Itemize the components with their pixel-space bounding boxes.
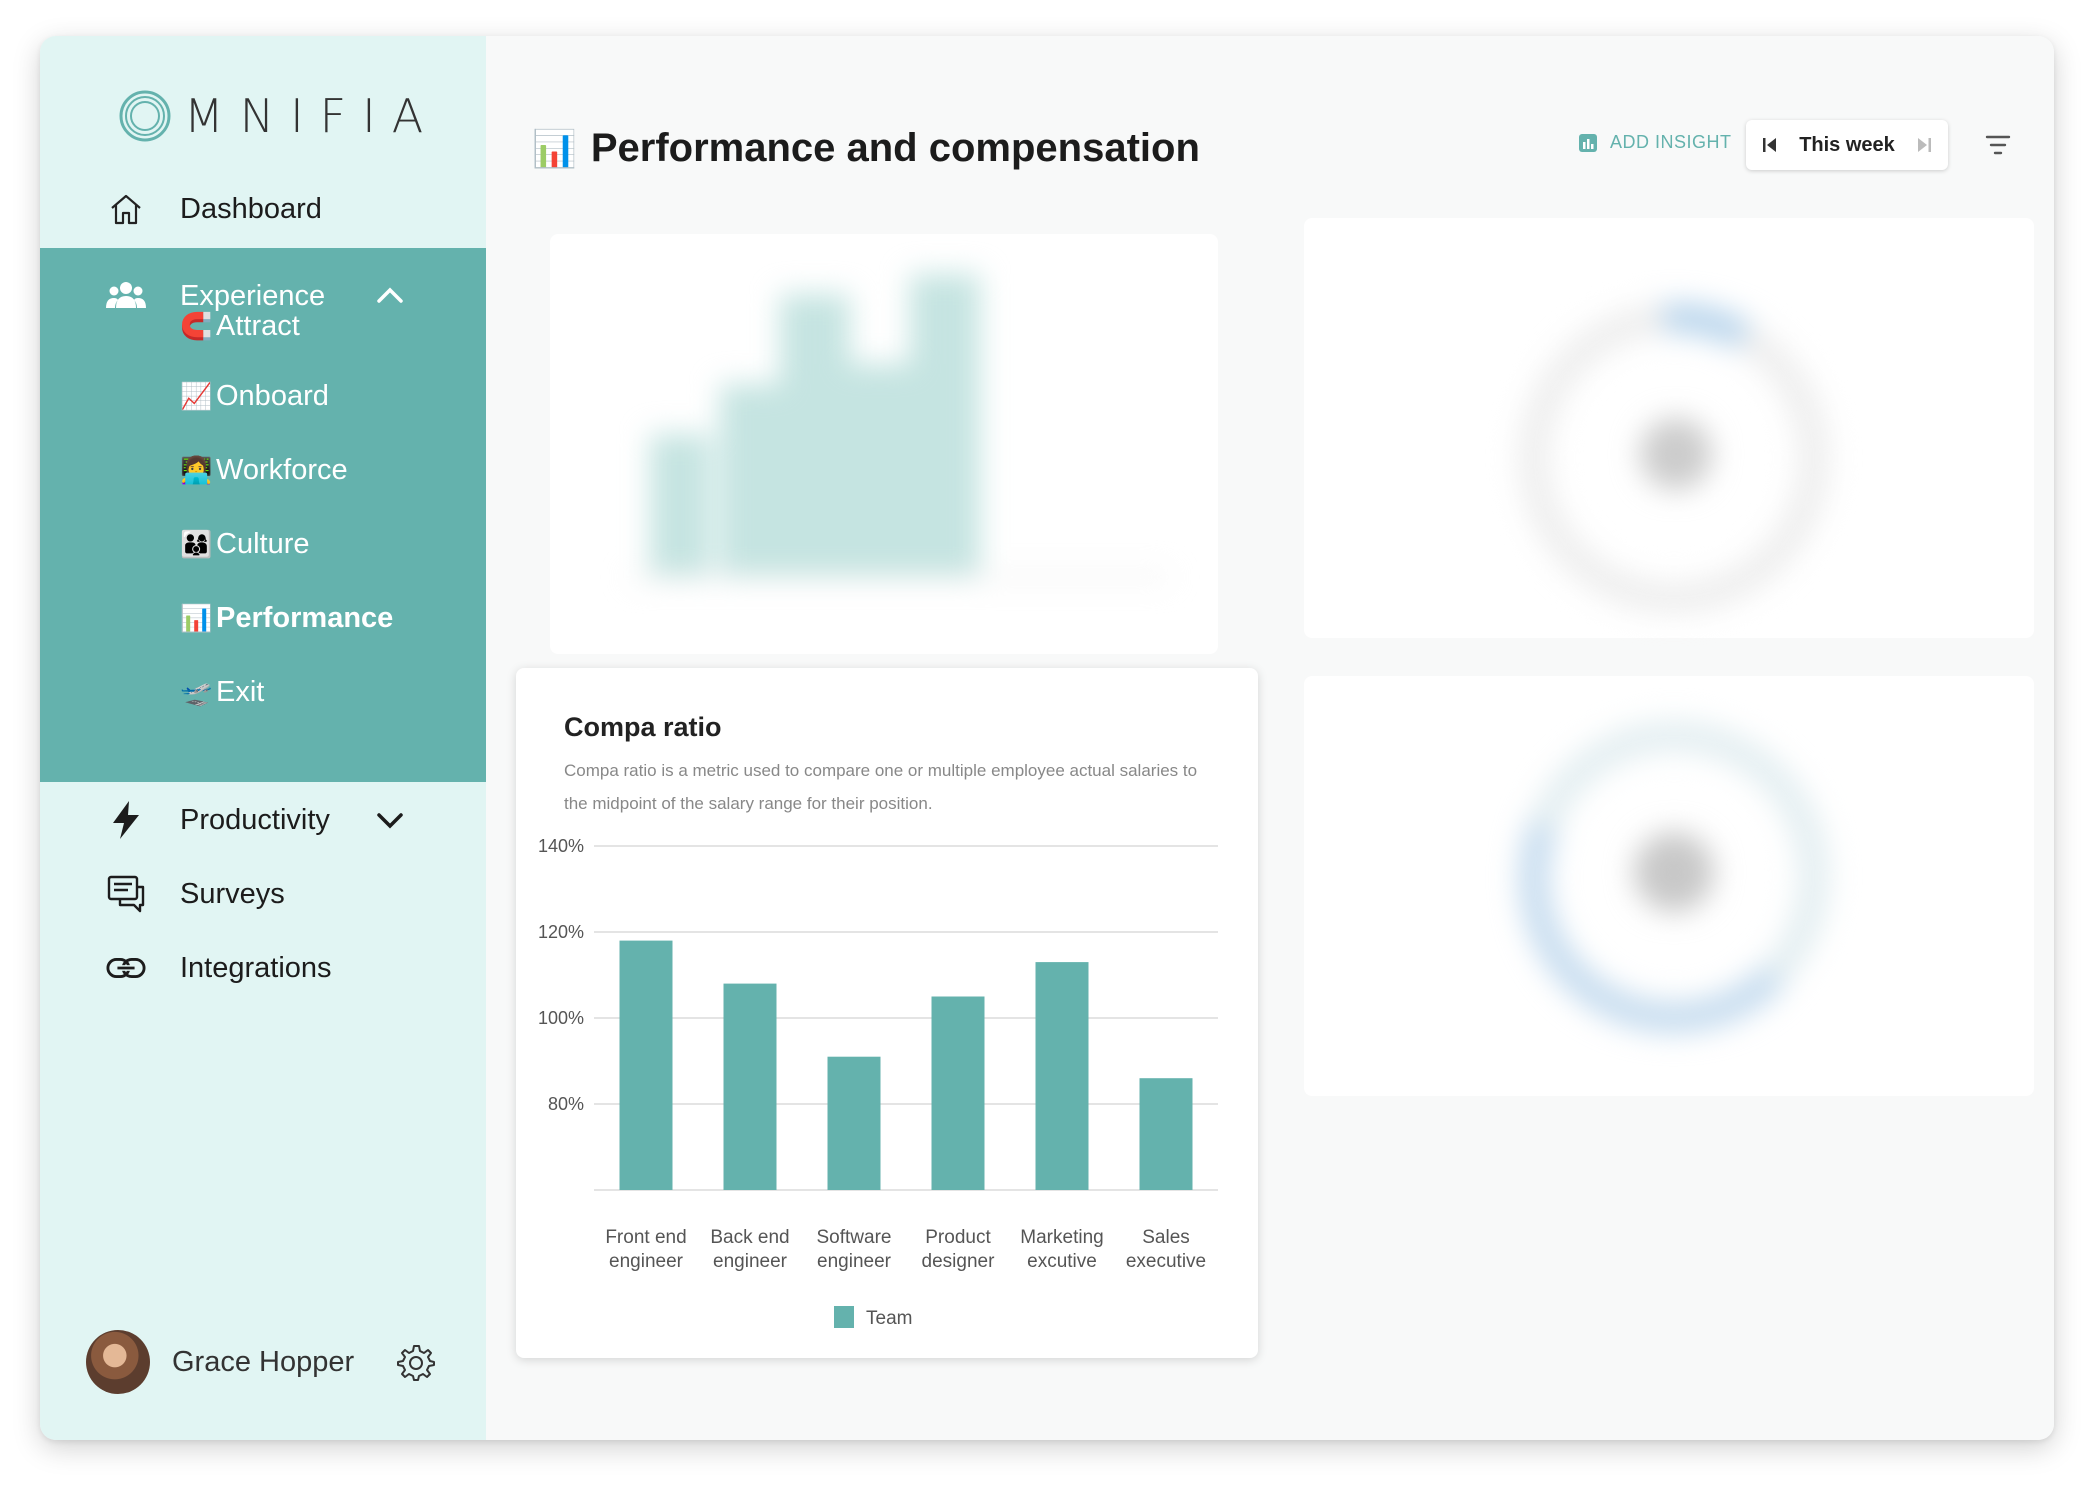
bar-chart-icon: 📊	[180, 603, 213, 633]
bar-chart-icon: 📊	[532, 127, 577, 169]
sidebar-item-performance[interactable]: 📊 Performance	[180, 602, 393, 635]
bar	[827, 1056, 881, 1190]
sidebar-item-dashboard[interactable]: Dashboard	[40, 179, 486, 239]
x-tick-label: Back end	[710, 1227, 789, 1248]
compa-ratio-chart: 140% 120% 100% 80% Front end engineer Back end…	[538, 836, 1218, 1329]
people-icon	[106, 276, 146, 316]
x-tick-label: engineer	[713, 1251, 788, 1272]
logo-text: MNIFIA	[184, 89, 440, 143]
y-tick-label: 80%	[548, 1094, 584, 1114]
chart-up-icon: 📈	[180, 381, 213, 411]
user-profile[interactable]: Grace Hopper	[86, 1330, 354, 1394]
x-tick-label: Software	[817, 1227, 892, 1248]
user-name: Grace Hopper	[172, 1345, 355, 1378]
lightning-icon	[106, 800, 146, 840]
blurred-donut-chart	[1519, 721, 1829, 1034]
gear-icon[interactable]	[396, 1342, 436, 1382]
sidebar-item-label: Culture	[216, 528, 310, 560]
logo[interactable]: MNIFIA	[118, 89, 439, 143]
sidebar-item-onboard[interactable]: 📈 Onboard	[180, 380, 329, 413]
chevron-down-icon[interactable]	[374, 804, 406, 836]
y-tick-label: 120%	[538, 922, 584, 942]
x-tick-label: designer	[922, 1251, 996, 1272]
compa-ratio-card: Compa ratio Compa ratio is a metric used…	[516, 668, 1258, 1358]
bar	[1035, 962, 1089, 1190]
legend-label: Team	[866, 1308, 912, 1329]
week-label: This week	[1799, 133, 1895, 156]
page-title: 📊 Performance and compensation	[532, 126, 1200, 171]
x-tick-label: Front end	[605, 1227, 686, 1248]
y-tick-label: 140%	[538, 836, 584, 856]
x-tick-label: excutive	[1027, 1251, 1097, 1272]
add-insight-label: ADD INSIGHT	[1610, 132, 1732, 152]
x-tick-label: executive	[1126, 1251, 1206, 1272]
sidebar-item-surveys[interactable]: Surveys	[40, 864, 486, 924]
bar	[619, 940, 673, 1190]
airplane-icon: 🛫	[180, 677, 213, 707]
sidebar-item-label: Integrations	[180, 951, 332, 984]
add-insight-button[interactable]: ADD INSIGHT	[1578, 132, 1732, 153]
sidebar-item-label: Workforce	[216, 454, 348, 486]
x-tick-label: Marketing	[1020, 1227, 1103, 1248]
y-tick-label: 100%	[538, 1008, 584, 1028]
experience-section: Experience 🧲 Attract 📈 Onboard 👩‍💻 Workf…	[40, 248, 486, 782]
blurred-card	[1304, 218, 2034, 638]
sidebar-item-culture[interactable]: 👨‍👩‍👦 Culture	[180, 528, 310, 561]
sidebar-item-label: Experience	[180, 279, 326, 312]
filter-icon[interactable]	[1984, 132, 2012, 158]
app-window: MNIFIA Dashboard Experience 🧲 Attract 📈 …	[40, 36, 2054, 1440]
skip-forward-icon[interactable]	[1914, 135, 1934, 155]
sidebar-item-workforce[interactable]: 👩‍💻 Workforce	[180, 454, 348, 487]
worker-icon: 👩‍💻	[180, 455, 213, 485]
blurred-donut-chart	[1519, 302, 1829, 613]
sidebar-item-exit[interactable]: 🛫 Exit	[180, 676, 264, 709]
page-title-text: Performance and compensation	[590, 126, 1200, 170]
blurred-card	[550, 234, 1218, 654]
bar	[1139, 1078, 1193, 1190]
link-icon	[106, 948, 146, 988]
sidebar-item-label: Attract	[216, 310, 300, 342]
sidebar-item-label: Productivity	[180, 803, 330, 836]
blurred-bar-chart	[630, 274, 1170, 580]
sidebar-item-label: Exit	[216, 676, 265, 708]
logo-ring-icon	[119, 90, 171, 142]
avatar[interactable]	[86, 1330, 150, 1394]
insight-icon	[1579, 133, 1597, 152]
family-icon: 👨‍👩‍👦	[180, 529, 213, 559]
sidebar-item-label: Dashboard	[180, 192, 322, 225]
x-tick-label: engineer	[609, 1251, 684, 1272]
skip-back-icon[interactable]	[1760, 135, 1780, 155]
sidebar-item-integrations[interactable]: Integrations	[40, 938, 486, 998]
main-content: 📊 Performance and compensation ADD INSIG…	[486, 36, 2054, 1440]
magnet-icon: 🧲	[180, 311, 213, 341]
sidebar-item-label: Onboard	[216, 380, 329, 412]
sidebar-item-label: Performance	[216, 602, 394, 634]
blurred-card	[1304, 676, 2034, 1096]
home-icon	[106, 189, 146, 229]
chat-icon	[106, 874, 146, 914]
bar	[931, 996, 985, 1190]
chevron-up-icon[interactable]	[374, 280, 406, 312]
sidebar-item-label: Surveys	[180, 877, 285, 910]
x-tick-label: Sales	[1142, 1227, 1190, 1248]
sidebar: MNIFIA Dashboard Experience 🧲 Attract 📈 …	[40, 36, 486, 1440]
sidebar-item-productivity[interactable]: Productivity	[40, 790, 486, 850]
x-tick-label: Product	[925, 1227, 991, 1248]
legend-swatch	[834, 1306, 854, 1328]
x-tick-label: engineer	[817, 1251, 892, 1272]
bar	[723, 983, 777, 1190]
week-picker[interactable]: This week	[1746, 120, 1948, 170]
sidebar-item-attract[interactable]: 🧲 Attract	[180, 310, 300, 343]
